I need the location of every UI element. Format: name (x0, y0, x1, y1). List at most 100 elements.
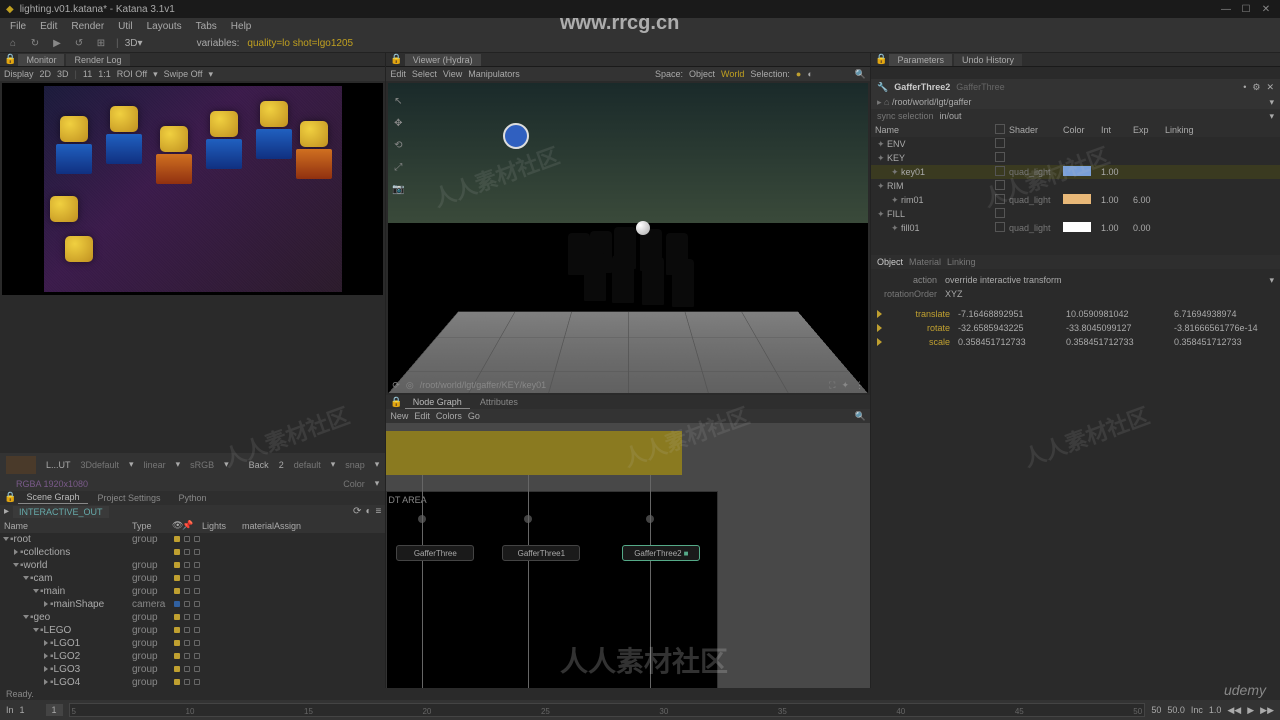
dot-icon[interactable]: • (1243, 82, 1246, 92)
light-row[interactable]: ✦ FILL (871, 207, 1280, 221)
expand-icon[interactable]: ▸ (4, 506, 9, 517)
lock-icon[interactable]: 🔒 (875, 54, 887, 65)
sg-tool-icon[interactable]: ◐ (365, 506, 371, 517)
param-path[interactable]: /root/world/lgt/gaffer (892, 97, 971, 107)
lut-value[interactable]: 3Ddefault (81, 460, 120, 470)
camera-tool-icon[interactable]: 📷 (390, 181, 406, 197)
end-value[interactable]: 50 (1151, 705, 1161, 715)
menu-util[interactable]: Util (112, 19, 138, 34)
viewer-view[interactable]: View (443, 69, 462, 79)
eye-icon[interactable]: 👁 (172, 520, 182, 531)
srgb-label[interactable]: sRGB (190, 460, 214, 470)
tab-scenegraph[interactable]: Scene Graph (18, 491, 87, 504)
node-gafferthree2[interactable]: GafferThree2■ (622, 545, 700, 561)
scale-tool-icon[interactable]: ⤢ (390, 159, 406, 175)
btn-2d[interactable]: 2D (40, 69, 52, 79)
lock-icon[interactable]: 🔒 (4, 54, 16, 65)
default-label[interactable]: default (294, 460, 321, 470)
in-value[interactable]: 1 (20, 705, 40, 715)
play-fwd-icon[interactable]: ▶▶ (1260, 705, 1274, 716)
tab-object[interactable]: Object (877, 257, 903, 267)
scenegraph-row[interactable]: ▪ camgroup (0, 572, 385, 585)
cur-frame[interactable]: 1 (46, 704, 63, 716)
tab-undohistory[interactable]: Undo History (954, 54, 1022, 66)
scenegraph-row[interactable]: ▪ LGO2group (0, 650, 385, 663)
fit-value[interactable]: 11 (83, 69, 92, 79)
tab-projectsettings[interactable]: Project Settings (90, 492, 169, 504)
rotate-tool-icon[interactable]: ⟲ (390, 137, 406, 153)
tab-attributes[interactable]: Attributes (472, 396, 526, 408)
pin-icon[interactable]: 📌 (182, 520, 192, 531)
chevron-down-icon[interactable]: ▾ (1269, 275, 1274, 286)
sel-mode-icon[interactable]: ◐ (807, 69, 812, 79)
group-node[interactable] (386, 431, 682, 475)
close-button[interactable]: ✕ (1258, 2, 1274, 16)
search-icon[interactable]: 🔍 (855, 411, 866, 422)
menu-tabs[interactable]: Tabs (190, 19, 223, 34)
variables-value[interactable]: quality=lo shot=lgo1205 (247, 38, 353, 49)
space-object[interactable]: Object (689, 69, 715, 79)
light-row[interactable]: ✦ KEY (871, 151, 1280, 165)
ratio-value[interactable]: 1:1 (98, 69, 111, 79)
render-viewport[interactable] (2, 83, 383, 295)
menu-render[interactable]: Render (65, 19, 110, 34)
transform-row[interactable]: translate-7.1646889295110.05909810426.71… (877, 307, 1274, 321)
scenegraph-row[interactable]: ▪ geogroup (0, 611, 385, 624)
sg-tool-icon[interactable]: ⟳ (353, 506, 361, 517)
scenegraph-tree[interactable]: ▪ rootgroup▪ collections▪ worldgroup▪ ca… (0, 533, 385, 689)
menu-file[interactable]: File (4, 19, 32, 34)
tab-parameters[interactable]: Parameters (889, 54, 952, 66)
wrench-icon[interactable]: 🔧 (877, 82, 888, 93)
light-row[interactable]: ✦ RIM (871, 179, 1280, 193)
menu-help[interactable]: Help (225, 19, 258, 34)
scenegraph-row[interactable]: ▪ LEGOgroup (0, 624, 385, 637)
menu-layouts[interactable]: Layouts (141, 19, 188, 34)
play-icon[interactable]: ▶ (1247, 705, 1254, 716)
tab-monitor[interactable]: Monitor (18, 54, 64, 66)
linear-label[interactable]: linear (144, 460, 166, 470)
swipe-toggle[interactable]: Swipe Off (164, 69, 203, 79)
node-gafferthree[interactable]: GafferThree (396, 545, 474, 561)
sel-mode-icon[interactable]: ● (796, 69, 801, 79)
expand-icon[interactable]: ⛶ (829, 380, 835, 391)
lock-icon[interactable]: 🔒 (4, 492, 16, 503)
maximize-button[interactable]: ☐ (1238, 2, 1254, 16)
lock-icon[interactable]: 🔒 (390, 397, 402, 408)
grid-icon[interactable]: ⊞ (94, 37, 108, 51)
light-row[interactable]: ✦ rim01quad_light1.006.00 (871, 193, 1280, 207)
light-row[interactable]: ✦ key01quad_light1.00 (871, 165, 1280, 179)
scenegraph-row[interactable]: ▪ worldgroup (0, 559, 385, 572)
mute-all-checkbox[interactable] (995, 124, 1005, 134)
tab-viewer[interactable]: Viewer (Hydra) (405, 54, 481, 66)
ng-edit[interactable]: Edit (414, 411, 430, 421)
scenegraph-row[interactable]: ▪ maingroup (0, 585, 385, 598)
gear-icon[interactable]: ⚙ (1252, 82, 1260, 93)
back-n[interactable]: 2 (279, 460, 284, 470)
minimize-button[interactable]: — (1218, 2, 1234, 16)
viewer-edit[interactable]: Edit (390, 69, 406, 79)
play-back-icon[interactable]: ◀◀ (1227, 705, 1241, 716)
scenegraph-row[interactable]: ▪ LGO3group (0, 663, 385, 676)
target-icon[interactable]: ◎ (406, 380, 414, 391)
rgba-label[interactable]: RGBA 1920x1080 (16, 479, 88, 489)
light-row[interactable]: ✦ ENV (871, 137, 1280, 151)
move-tool-icon[interactable]: ✥ (390, 115, 406, 131)
scenegraph-row[interactable]: ▪ LGO1group (0, 637, 385, 650)
rotorder-value[interactable]: XYZ (945, 289, 963, 299)
color-label[interactable]: Color (343, 479, 365, 489)
tab-material[interactable]: Material (909, 257, 941, 267)
search-icon[interactable]: 🔍 (855, 69, 866, 80)
mode-3d-icon[interactable]: 3D▾ (127, 37, 141, 51)
tab-python[interactable]: Python (171, 492, 215, 504)
lock-icon[interactable]: 🔒 (390, 54, 402, 65)
home-icon[interactable]: ⌂ (6, 37, 20, 51)
timeline-track[interactable]: 5101520253035404550 (69, 703, 1146, 717)
scenegraph-row[interactable]: ▪ LGO4group (0, 676, 385, 689)
chevron-down-icon[interactable]: ▾ (1269, 97, 1274, 108)
roi-toggle[interactable]: ROI Off (117, 69, 147, 79)
btn-3d[interactable]: 3D (57, 69, 69, 79)
tab-nodegraph[interactable]: Node Graph (405, 396, 470, 409)
param-node-name[interactable]: GafferThree2 (894, 82, 950, 92)
refresh-icon[interactable]: ↻ (28, 37, 42, 51)
select-tool-icon[interactable]: ↖ (390, 93, 406, 109)
